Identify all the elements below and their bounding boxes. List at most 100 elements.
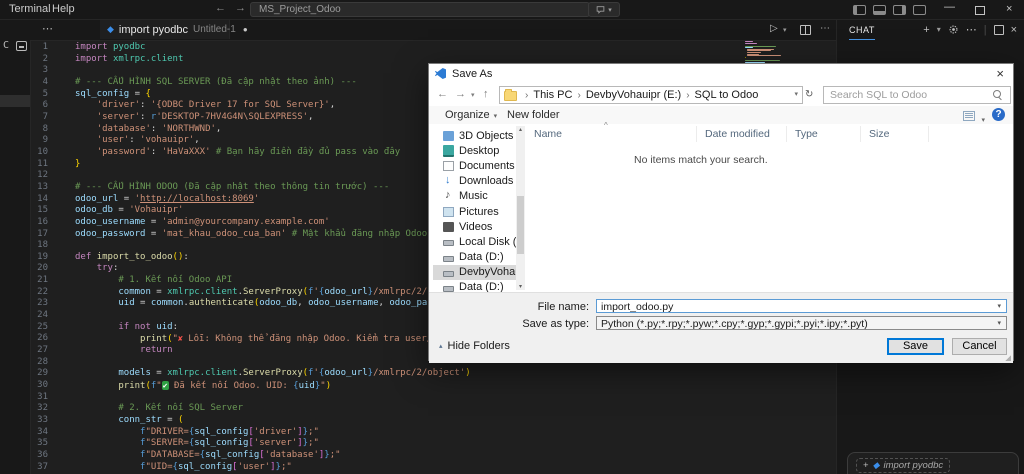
- cancel-button[interactable]: Cancel: [952, 338, 1007, 355]
- window-close-button[interactable]: ×: [1006, 3, 1012, 15]
- dialog-close-button[interactable]: ×: [996, 66, 1004, 81]
- code-line[interactable]: f"UID={sql_config['user']};": [75, 462, 836, 474]
- code-token: 'DESKTOP-7HV4G4N\SQLEXPRESS': [156, 112, 308, 122]
- sidebar-item-downloads[interactable]: Downloads: [433, 174, 516, 189]
- more-actions-icon[interactable]: ⋯: [42, 22, 53, 35]
- history-forward-icon[interactable]: →: [235, 2, 246, 14]
- chevron-down-icon[interactable]: ▾: [997, 300, 1001, 313]
- sidebar-item-music[interactable]: Music: [433, 189, 516, 204]
- customize-layout-icon[interactable]: [913, 5, 926, 15]
- scrollbar-thumb[interactable]: [517, 196, 524, 254]
- sidebar-item-devbyvohauipr-[interactable]: DevbyVohauipr (: [433, 265, 516, 280]
- toggle-sidebar-icon[interactable]: [853, 5, 866, 15]
- sidebar-item-data-d-[interactable]: Data (D:): [433, 250, 516, 265]
- column-header-size[interactable]: Size: [861, 126, 929, 142]
- code-line[interactable]: print(f"✔ Đã kết nối Odoo. UID: {uid}"): [75, 380, 836, 392]
- forward-button[interactable]: →: [455, 88, 466, 100]
- sidebar-item-3d-objects[interactable]: 3D Objects: [433, 128, 516, 143]
- organize-button[interactable]: Organize▾: [445, 106, 497, 126]
- window-restore-button[interactable]: [975, 6, 985, 15]
- breadcrumb-segment[interactable]: This PC: [533, 89, 572, 101]
- code-line[interactable]: f"DATABASE={sql_config['database']};": [75, 450, 836, 462]
- code-line[interactable]: models = xmlrpc.client.ServerProxy(f'{od…: [75, 368, 836, 380]
- menu-help[interactable]: Help: [52, 3, 75, 15]
- refresh-icon[interactable]: C: [3, 40, 9, 51]
- split-editor-icon[interactable]: [800, 25, 811, 35]
- chevron-down-icon[interactable]: ▾: [997, 317, 1001, 330]
- editor-more-actions-icon[interactable]: ⋯: [820, 23, 830, 34]
- panel-layout-icon[interactable]: [16, 41, 27, 51]
- code-token: uid: [156, 322, 172, 332]
- refresh-button[interactable]: ↻: [805, 89, 813, 100]
- save-type-select[interactable]: Python (*.py;*.rpy;*.pyw;*.cpy;*.gyp;*.g…: [596, 316, 1007, 330]
- sidebar-item-data-d-[interactable]: Data (D:): [433, 280, 516, 292]
- chevron-down-icon[interactable]: ▾: [937, 25, 941, 34]
- gear-icon[interactable]: [948, 24, 959, 35]
- code-token: conn_str: [118, 415, 161, 425]
- more-actions-icon[interactable]: ⋯: [966, 23, 977, 36]
- up-button[interactable]: ↑: [483, 88, 489, 100]
- address-bar[interactable]: ›This PC›DevbyVohauipr (E:)›SQL to Odoo …: [499, 86, 803, 104]
- back-button[interactable]: ←: [437, 88, 448, 100]
- new-chat-icon[interactable]: +: [923, 24, 929, 36]
- toggle-panel-icon[interactable]: [873, 5, 886, 15]
- dialog-titlebar[interactable]: Save As ×: [429, 64, 1013, 84]
- code-token: ,: [308, 112, 313, 122]
- file-name-input[interactable]: import_odoo.py ▾: [596, 299, 1007, 313]
- view-mode-icon[interactable]: [963, 111, 975, 121]
- recent-locations-icon[interactable]: ▾: [471, 91, 475, 99]
- tab-chat[interactable]: CHAT: [849, 25, 875, 40]
- code-line[interactable]: # 2. Kết nối SQL Server: [75, 403, 836, 415]
- sidebar-item-local-disk-c-[interactable]: Local Disk (C:): [433, 234, 516, 249]
- toggle-secondary-sidebar-icon[interactable]: [893, 5, 906, 15]
- minimap[interactable]: [745, 41, 815, 63]
- modified-dot-icon[interactable]: ●: [243, 25, 248, 34]
- add-context-icon[interactable]: +: [863, 460, 869, 471]
- breadcrumb-segment[interactable]: DevbyVohauipr (E:): [586, 89, 681, 101]
- resize-grip[interactable]: [1005, 355, 1011, 361]
- column-header-date-modified[interactable]: Date modified: [697, 126, 787, 142]
- sidebar-item-documents[interactable]: Documents: [433, 158, 516, 173]
- code-line[interactable]: f"DRIVER={sql_config['driver']};": [75, 427, 836, 439]
- help-button[interactable]: ?: [992, 108, 1005, 121]
- dialog-search-input[interactable]: Search SQL to Odoo: [823, 86, 1011, 104]
- hide-folders-button[interactable]: ▴Hide Folders: [439, 340, 510, 352]
- tab-import-pyodbc[interactable]: ◆ import pyodbc Untitled-1 ●: [100, 19, 230, 39]
- chat-input[interactable]: + ◆ import pyodbc: [847, 452, 1019, 474]
- line-number: 14: [30, 194, 48, 206]
- code-line[interactable]: [75, 392, 836, 404]
- copilot-button[interactable]: ▾: [588, 2, 620, 17]
- line-number: 25: [30, 322, 48, 334]
- code-token: odoo_db: [75, 205, 113, 215]
- context-attachment-chip[interactable]: + ◆ import pyodbc: [856, 458, 950, 473]
- panel-list-item[interactable]: [0, 95, 30, 107]
- history-back-icon[interactable]: ←: [215, 2, 226, 14]
- crumb-separator-icon: ›: [525, 90, 528, 101]
- menu-terminal[interactable]: Terminal: [9, 3, 51, 15]
- new-folder-button[interactable]: New folder: [507, 106, 560, 124]
- column-header-name[interactable]: Name: [526, 126, 697, 142]
- scroll-down-icon[interactable]: ▾: [516, 283, 525, 290]
- sidebar-item-videos[interactable]: Videos: [433, 219, 516, 234]
- sidebar-item-pictures[interactable]: Pictures: [433, 204, 516, 219]
- code-line[interactable]: f"SERVER={sql_config['server']};": [75, 438, 836, 450]
- column-header-type[interactable]: Type: [787, 126, 861, 142]
- close-panel-icon[interactable]: ×: [1011, 24, 1017, 36]
- code-token: :: [173, 322, 178, 332]
- maximize-panel-icon[interactable]: [994, 25, 1004, 35]
- code-line[interactable]: import pyodbc: [75, 42, 836, 54]
- run-dropdown-icon[interactable]: ▾: [783, 26, 787, 34]
- address-dropdown-icon[interactable]: ▾: [794, 87, 798, 103]
- window-minimize-button[interactable]: —: [944, 1, 955, 13]
- save-button[interactable]: Save: [887, 338, 944, 355]
- run-button[interactable]: ▷: [770, 23, 778, 34]
- code-token: ': [254, 194, 259, 204]
- code-token: 'Vohauipr': [129, 205, 183, 215]
- code-token: "UID=: [145, 462, 172, 472]
- breadcrumb-segment[interactable]: SQL to Odoo: [695, 89, 759, 101]
- sidebar-scrollbar[interactable]: ▴ ▾: [516, 126, 525, 290]
- code-line[interactable]: conn_str = (: [75, 415, 836, 427]
- scroll-up-icon[interactable]: ▴: [516, 126, 525, 133]
- command-center[interactable]: MS_Project_Odoo: [250, 2, 590, 17]
- sidebar-item-desktop[interactable]: Desktop: [433, 143, 516, 158]
